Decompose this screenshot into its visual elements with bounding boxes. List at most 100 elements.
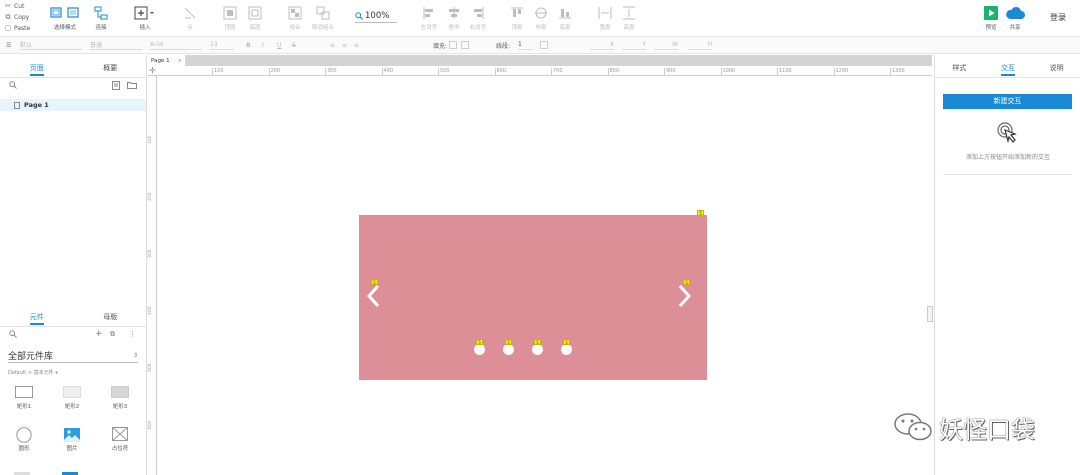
interaction-badge: 5 (683, 279, 690, 285)
height-input[interactable]: H (688, 40, 712, 50)
chevron-left-icon[interactable] (366, 284, 380, 308)
widget-rectangle-1[interactable]: 矩形1 (4, 386, 44, 420)
ruler-tick-label: 100 (148, 135, 153, 144)
play-icon (984, 6, 998, 20)
interaction-badge: 5 (697, 210, 704, 216)
add-library-icon[interactable]: + (95, 329, 103, 339)
point-button[interactable]: 点 (175, 4, 205, 34)
ruler-tick-label: 500 (148, 363, 153, 372)
library-menu-icon[interactable]: ⧉ (110, 330, 115, 339)
send-to-bottom-button[interactable]: 底层 (240, 4, 270, 34)
tab-masters[interactable]: 母版 (74, 309, 148, 326)
tab-style[interactable]: 样式 (935, 60, 984, 77)
font-select[interactable]: Arial (150, 40, 202, 50)
interaction-badge: 5 (505, 339, 512, 345)
panel-resize-handle[interactable] (927, 306, 933, 322)
ruler-tick-label: 400 (381, 68, 394, 76)
image-icon (64, 428, 80, 442)
interaction-badge: 5 (476, 339, 483, 345)
zoom-control[interactable]: 100% (355, 9, 397, 23)
line-width-input[interactable]: 1 (518, 40, 532, 50)
library-select[interactable]: 全部元件库 ⇕ (8, 349, 138, 363)
ruler-tick-label: 300 (325, 68, 337, 76)
search-icon[interactable] (9, 81, 17, 89)
rectangle-light-icon (63, 386, 81, 398)
x-input[interactable]: X (590, 40, 614, 50)
carousel-dot-2[interactable] (503, 344, 514, 355)
ruler-tick-label: 1300 (890, 68, 905, 76)
widget-image[interactable]: 图片 (52, 427, 92, 461)
select-mode-icon (50, 7, 79, 18)
cut-button[interactable]: ✂ Cut (4, 2, 24, 10)
login-link[interactable]: 登录 (1050, 12, 1066, 23)
connect-button[interactable]: 连接 (86, 4, 116, 34)
fill-gradient-swatch[interactable] (461, 41, 470, 49)
layer-bottom-icon (248, 6, 262, 20)
text-align-center-button[interactable]: ≡ (342, 40, 347, 50)
match-height-button[interactable]: 高度 (614, 4, 644, 34)
tab-widgets[interactable]: 元件 (0, 309, 74, 326)
copy-button[interactable]: ⧉ Copy (4, 13, 30, 22)
share-button[interactable]: 共享 (1001, 4, 1029, 34)
tab-notes[interactable]: 说明 (1032, 60, 1080, 77)
strikethrough-button[interactable]: S (292, 40, 296, 50)
font-size-select[interactable]: 13 (210, 40, 234, 50)
rectangle-gray-icon (111, 386, 129, 398)
fill-label: 填充: (433, 40, 471, 50)
carousel-dot-4[interactable] (561, 344, 572, 355)
add-folder-icon[interactable] (127, 81, 137, 89)
carousel-dynamic-panel[interactable]: 5 5 5 5 5 5 5 (359, 210, 707, 380)
library-breadcrumb[interactable]: Default > 基本元件 ▾ (8, 369, 58, 376)
align-middle-icon (535, 7, 547, 19)
y-input[interactable]: Y (622, 40, 646, 50)
style-manager-icon[interactable]: ☰ (6, 40, 11, 50)
ungroup-button[interactable]: 取消组合 (306, 4, 340, 34)
widget-rectangle-2[interactable]: 矩形2 (52, 386, 92, 420)
connector-icon (94, 6, 108, 20)
page-item[interactable]: Page 1 (0, 99, 146, 111)
interaction-badge: 5 (371, 279, 378, 285)
align-bottom-button[interactable]: 底部 (550, 4, 580, 34)
widget-rectangle-3[interactable]: 矩形3 (100, 386, 140, 420)
underline-button[interactable]: U (277, 40, 281, 50)
tab-pages[interactable]: 页面 (0, 60, 74, 77)
chevron-right-icon[interactable] (678, 284, 692, 308)
italic-button[interactable]: I (262, 40, 264, 50)
text-style-select[interactable]: 普通 (90, 40, 142, 50)
fill-color-swatch[interactable] (449, 41, 458, 49)
align-right-button[interactable]: 右对齐 (463, 4, 493, 34)
page-tab-strip: Page 1 × (148, 55, 932, 66)
widget-circle[interactable]: 圆形 (4, 427, 44, 461)
width-icon (598, 7, 612, 19)
magnifier-icon (355, 11, 363, 20)
line-color-swatch[interactable] (538, 40, 550, 50)
add-page-icon[interactable] (112, 81, 120, 90)
widgets-panel-tabs: 元件 母版 (0, 309, 147, 327)
close-icon[interactable]: × (177, 58, 182, 64)
ruler-tick-label: 600 (148, 420, 153, 429)
bold-button[interactable]: B (246, 40, 251, 50)
ruler-horizontal: ✛ 100 200 300 400 500 600 700 800 900 1000 1100 120… (148, 66, 932, 76)
widget-search-icon[interactable] (9, 330, 17, 338)
text-align-right-button[interactable]: ≡ (354, 40, 359, 50)
rectangle-icon (15, 386, 33, 398)
tab-page-1[interactable]: Page 1 × (148, 55, 185, 66)
paste-icon: ▢ (4, 24, 12, 32)
style-select[interactable]: 默认 (20, 40, 82, 50)
paste-button[interactable]: ▢ Paste (4, 24, 31, 32)
widget-placeholder[interactable]: 占位符 (100, 427, 140, 461)
page-icon (14, 101, 20, 109)
carousel-dot-1[interactable] (474, 344, 485, 355)
text-align-left-button[interactable]: ≡ (330, 40, 335, 50)
align-right-icon (474, 7, 484, 19)
tab-outline[interactable]: 概要 (74, 60, 148, 77)
select-mode-button[interactable]: 选择模式 (48, 4, 82, 34)
watermark: 妖怪口袋 (893, 410, 1035, 444)
carousel-dot-3[interactable] (532, 344, 543, 355)
width-input[interactable]: W (654, 40, 678, 50)
more-options-icon[interactable]: ⋮ (129, 330, 136, 338)
tab-interactions[interactable]: 交互 (984, 60, 1033, 77)
chevron-down-icon: ⇕ (132, 352, 138, 359)
new-interaction-button[interactable]: 新建交互 (943, 94, 1072, 109)
insert-button[interactable]: 插入 (130, 4, 160, 34)
